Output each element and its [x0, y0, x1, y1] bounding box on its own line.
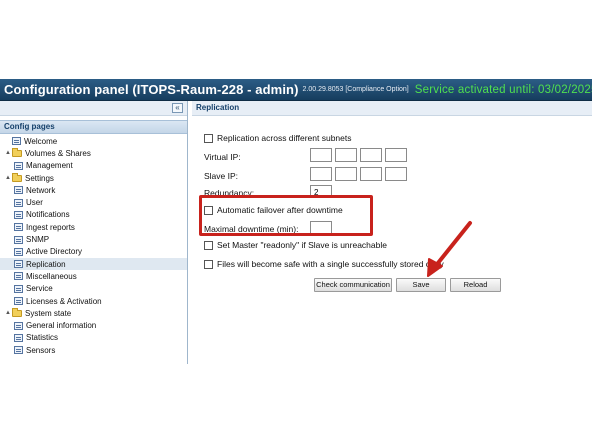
sidebar-item-label: Replication [26, 259, 66, 269]
page-icon [14, 247, 23, 256]
slave-ip-octet-1[interactable] [310, 167, 332, 181]
expand-toggle-icon[interactable]: ▲ [4, 310, 12, 316]
page-icon [14, 333, 23, 342]
replication-subnets-row[interactable]: Replication across different subnets [204, 133, 352, 143]
sidebar-item-ingest-reports[interactable]: Ingest reports [0, 221, 187, 233]
folder-icon [12, 147, 22, 157]
virtual-ip-octet-3[interactable] [360, 148, 382, 162]
sidebar-item-label: General information [26, 321, 97, 331]
sidebar-item-service[interactable]: Service [0, 283, 187, 295]
sidebar-item-label: Network [26, 185, 56, 195]
sidebar-item-label: Ingest reports [26, 222, 75, 232]
slave-ip-octet-2[interactable] [335, 167, 357, 181]
page-icon [14, 223, 23, 232]
virtual-ip-octet-4[interactable] [385, 148, 407, 162]
page-icon [14, 198, 23, 207]
config-sidebar: « Config pages Welcome ▲ Volumes & Shares M… [0, 101, 188, 364]
sidebar-item-general-information[interactable]: General information [0, 319, 187, 331]
auto-failover-checkbox[interactable] [204, 205, 213, 215]
sidebar-header: Config pages [0, 120, 187, 134]
slave-ip-octet-4[interactable] [385, 167, 407, 181]
files-safe-row[interactable]: Files will become safe with a single suc… [204, 259, 444, 269]
expand-toggle-icon[interactable]: ▲ [4, 175, 12, 181]
page-icon [14, 272, 23, 281]
check-communication-button[interactable]: Check communication [314, 278, 392, 292]
sidebar-item-label: Volumes & Shares [25, 148, 91, 158]
slave-ip-label: Slave IP: [204, 171, 239, 181]
panel-title: Replication [192, 101, 592, 116]
sidebar-item-settings[interactable]: ▲ Settings [0, 172, 187, 184]
page-icon [14, 235, 23, 244]
config-tree: Welcome ▲ Volumes & Shares Management ▲ Setti… [0, 134, 187, 356]
virtual-ip-octet-1[interactable] [310, 148, 332, 162]
files-safe-label: Files will become safe with a single suc… [217, 259, 444, 269]
auto-failover-label: Automatic failover after downtime [217, 205, 343, 215]
service-status: Service activated until: 03/02/2025 [414, 83, 592, 96]
set-master-row[interactable]: Set Master "readonly" if Slave is unreac… [204, 240, 387, 250]
sidebar-item-label: Service [26, 284, 53, 294]
sidebar-item-label: Statistics [26, 333, 59, 343]
virtual-ip-octet-2[interactable] [335, 148, 357, 162]
sidebar-item-label: Settings [25, 173, 54, 183]
save-button[interactable]: Save [396, 278, 446, 292]
page-title: Configuration panel (ITOPS-Raum-228 - ad… [4, 82, 299, 97]
sidebar-item-label: SNMP [26, 235, 50, 245]
page-icon [14, 260, 23, 269]
sidebar-item-replication[interactable]: Replication [0, 257, 187, 271]
sidebar-item-welcome[interactable]: Welcome [0, 135, 187, 147]
page-icon [14, 210, 23, 219]
sidebar-item-label: Management [26, 161, 73, 171]
set-master-label: Set Master "readonly" if Slave is unreac… [217, 240, 387, 250]
virtual-ip-label: Virtual IP: [204, 152, 241, 162]
redundancy-input[interactable]: 2 [310, 185, 332, 195]
page-icon [12, 137, 21, 146]
max-downtime-input[interactable] [310, 221, 332, 234]
sidebar-item-licenses-activation[interactable]: Licenses & Activation [0, 295, 187, 307]
title-bar: Configuration panel (ITOPS-Raum-228 - ad… [0, 79, 592, 101]
sidebar-collapse-bar: « [0, 101, 187, 116]
page-icon [14, 321, 23, 330]
sidebar-item-statistics[interactable]: Statistics [0, 332, 187, 344]
sidebar-item-label: Welcome [24, 136, 58, 146]
sidebar-item-active-directory[interactable]: Active Directory [0, 246, 187, 258]
sidebar-item-volumes-shares[interactable]: ▲ Volumes & Shares [0, 147, 187, 159]
sidebar-item-label: Sensors [26, 345, 56, 355]
sidebar-item-user[interactable]: User [0, 196, 187, 208]
page-icon [14, 186, 23, 195]
folder-icon [12, 307, 22, 317]
sidebar-item-label: Active Directory [26, 247, 83, 257]
sidebar-item-label: Notifications [26, 210, 70, 220]
sidebar-item-notifications[interactable]: Notifications [0, 209, 187, 221]
page-icon [14, 284, 23, 293]
page-icon [14, 346, 23, 355]
sidebar-item-label: User [26, 198, 43, 208]
replication-panel: Replication Replication across different… [192, 101, 592, 364]
replication-subnets-checkbox[interactable] [204, 133, 213, 143]
reload-button[interactable]: Reload [450, 278, 501, 292]
slave-ip-octet-3[interactable] [360, 167, 382, 181]
auto-failover-row[interactable]: Automatic failover after downtime [204, 205, 343, 215]
sidebar-item-miscellaneous[interactable]: Miscellaneous [0, 270, 187, 282]
sidebar-item-label: System state [25, 308, 72, 318]
set-master-checkbox[interactable] [204, 240, 213, 250]
screenshot-frame: Configuration panel (ITOPS-Raum-228 - ad… [0, 0, 592, 444]
sidebar-item-system-state[interactable]: ▲ System state [0, 307, 187, 319]
page-icon [14, 297, 23, 305]
sidebar-item-management[interactable]: Management [0, 160, 187, 172]
folder-icon [12, 172, 22, 182]
sidebar-item-label: Licenses & Activation [26, 296, 102, 306]
max-downtime-label: Maximal downtime (min): [204, 224, 299, 234]
files-safe-checkbox[interactable] [204, 259, 213, 269]
expand-toggle-icon[interactable]: ▲ [4, 150, 12, 156]
page-icon [14, 161, 23, 170]
redundancy-label: Redundancy: [204, 188, 255, 195]
sidebar-item-network[interactable]: Network [0, 184, 187, 196]
replication-subnets-label: Replication across different subnets [217, 133, 352, 143]
sidebar-item-snmp[interactable]: SNMP [0, 233, 187, 245]
sidebar-item-label: Miscellaneous [26, 271, 77, 281]
version-label: 2.00.29.8053 [Compliance Option] [302, 86, 409, 93]
collapse-icon[interactable]: « [172, 103, 183, 113]
sidebar-item-sensors[interactable]: Sensors [0, 344, 187, 356]
